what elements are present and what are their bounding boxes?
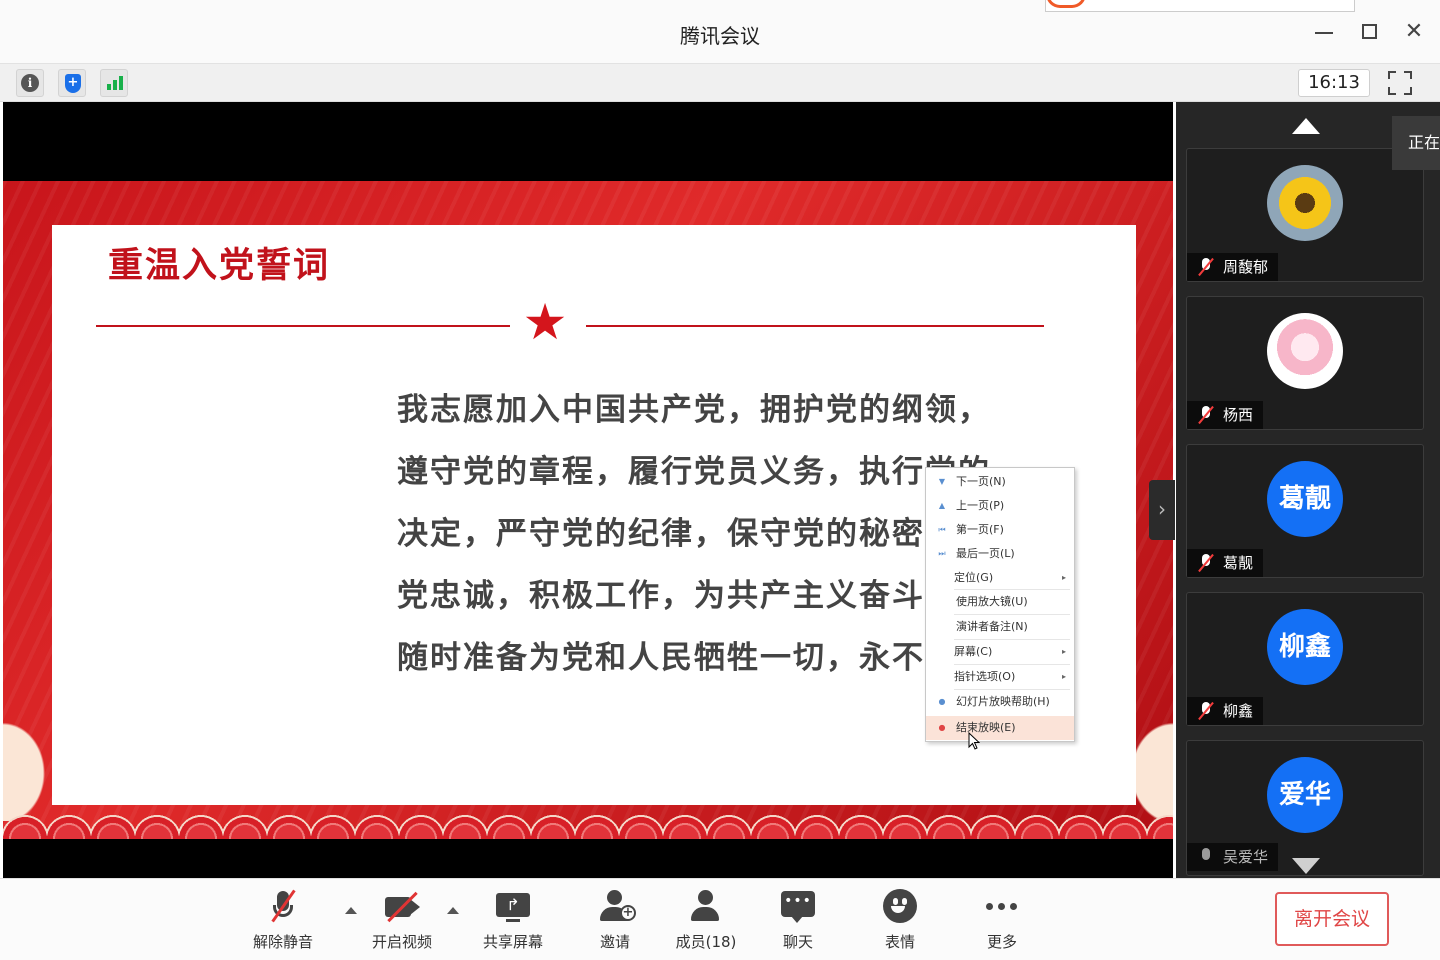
info-icon: i [21, 74, 39, 92]
end-show-icon: ● [938, 723, 946, 732]
menu-item-end-show[interactable]: ● 结束放映(E) [926, 716, 1074, 740]
participant-avatar [1267, 313, 1343, 389]
camera-off-icon [383, 887, 421, 925]
title-bar: 腾讯会议 ✕ [0, 0, 1440, 64]
maximize-icon [1362, 24, 1377, 39]
panel-toggle-button[interactable]: › [1149, 480, 1175, 540]
participant-avatar: 爱华 [1267, 757, 1343, 833]
invite-button[interactable]: + 邀请 [590, 887, 640, 957]
mic-muted-icon [1197, 257, 1215, 277]
minimize-icon [1315, 32, 1333, 34]
slide-title: 重温入党誓词 [108, 246, 331, 286]
unmute-button[interactable]: 解除静音 [248, 887, 318, 957]
participant-avatar: 葛靓 [1267, 461, 1343, 537]
chat-icon: ••• [779, 887, 817, 925]
menu-item-goto[interactable]: 定位(G) ▸ [926, 566, 1074, 590]
menu-item-help[interactable]: ● 幻灯片放映帮助(H) [926, 690, 1074, 714]
video-options-caret[interactable] [447, 907, 459, 914]
more-button[interactable]: 更多 [978, 887, 1026, 957]
mic-icon [1197, 848, 1215, 866]
window-title: 腾讯会议 [680, 24, 760, 48]
more-dots-icon [983, 887, 1021, 925]
menu-item-first[interactable]: ⏮ 第一页(F) [926, 518, 1074, 542]
participant-tile[interactable]: 杨西 [1186, 296, 1424, 430]
chat-button[interactable]: ••• 聊天 [774, 887, 822, 957]
scroll-up-icon[interactable] [1292, 118, 1320, 134]
menu-item-previous[interactable]: ▲ 上一页(P) [926, 494, 1074, 518]
mic-muted-icon [1197, 405, 1215, 425]
submenu-arrow-icon: ▸ [1061, 647, 1066, 656]
add-user-icon: + [596, 887, 636, 925]
meeting-info-bar: i + 16:13 [0, 64, 1440, 102]
mouse-cursor-icon [968, 732, 980, 750]
meeting-toolbar: 解除静音 开启视频 ↱ 共享屏幕 + 邀请 成员(18) ••• 聊天 表情 更… [0, 878, 1440, 960]
shield-icon: + [65, 74, 81, 93]
participant-name-tag: 杨西 [1187, 401, 1264, 429]
members-button[interactable]: 成员(18) [670, 887, 742, 957]
floating-toolbar-edge [1045, 0, 1355, 12]
participant-panel: 周馥郁 杨西 葛靓 葛靓 柳鑫 柳鑫 爱华 吴爱华 [1176, 102, 1440, 878]
menu-item-last[interactable]: ⏭ 最后一页(L) [926, 542, 1074, 566]
arrow-down-icon: ▼ [938, 477, 946, 486]
participant-tile[interactable]: 爱华 吴爱华 [1186, 740, 1424, 876]
user-icon [687, 887, 725, 925]
slideshow-context-menu: ▼ 下一页(N) ▲ 上一页(P) ⏮ 第一页(F) ⏭ 最后一页(L) 定位(G) ▸ … [925, 467, 1075, 742]
mic-muted-icon [1197, 701, 1215, 721]
submenu-arrow-icon: ▸ [1061, 573, 1066, 582]
share-screen-icon: ↱ [494, 887, 532, 925]
scroll-down-icon[interactable] [1292, 858, 1320, 874]
submenu-arrow-icon: ▸ [1061, 672, 1066, 681]
title-divider-left [96, 325, 510, 327]
close-button[interactable]: ✕ [1400, 18, 1428, 46]
menu-item-pointer-options[interactable]: 指针选项(O) ▸ [926, 665, 1074, 689]
skip-last-icon: ⏭ [938, 549, 946, 558]
network-status-button[interactable] [100, 69, 128, 97]
leave-meeting-button[interactable]: 离开会议 [1275, 892, 1389, 946]
help-icon: ● [938, 697, 946, 706]
mic-muted-icon [264, 887, 302, 925]
share-screen-button[interactable]: ↱ 共享屏幕 [478, 887, 548, 957]
participant-avatar: 柳鑫 [1267, 609, 1343, 685]
chevron-right-icon: › [1158, 497, 1166, 521]
skip-first-icon: ⏮ [938, 525, 946, 534]
meeting-clock: 16:13 [1298, 69, 1370, 97]
mic-muted-icon [1197, 553, 1215, 573]
participant-name-tag: 葛靓 [1187, 549, 1264, 577]
fullscreen-button[interactable] [1386, 69, 1414, 97]
close-icon: ✕ [1404, 19, 1424, 44]
maximize-button[interactable] [1356, 18, 1384, 46]
participant-name-tag: 吴爱华 [1187, 843, 1279, 871]
menu-item-presenter-notes[interactable]: 演讲者备注(N) [926, 615, 1074, 639]
star-icon: ★ [522, 293, 568, 351]
audio-options-caret[interactable] [345, 907, 357, 914]
emoji-icon [881, 887, 919, 925]
participant-name-tag: 柳鑫 [1187, 697, 1264, 725]
participant-tile[interactable]: 周馥郁 [1186, 148, 1424, 282]
menu-item-screen[interactable]: 屏幕(C) ▸ [926, 640, 1074, 664]
arrow-up-icon: ▲ [938, 501, 946, 510]
participant-tile[interactable]: 柳鑫 柳鑫 [1186, 592, 1424, 726]
oath-line: 我志愿加入中国共产党，拥护党的纲领， [397, 392, 991, 428]
participant-name-tag: 周馥郁 [1187, 253, 1279, 281]
start-video-button[interactable]: 开启视频 [366, 887, 438, 957]
minimize-button[interactable] [1310, 18, 1338, 46]
meeting-window: 腾讯会议 ✕ i + 16:13 重温入党誓词 ★ 我志愿加入中国共产党，拥护党… [0, 0, 1440, 960]
speaking-indicator-tab[interactable]: 正在 [1392, 116, 1440, 170]
participant-avatar [1267, 165, 1343, 241]
title-divider-right [586, 325, 1044, 327]
participant-tile[interactable]: 葛靓 葛靓 [1186, 444, 1424, 578]
meeting-info-button[interactable]: i [16, 69, 44, 97]
menu-item-magnifier[interactable]: 使用放大镜(U) [926, 590, 1074, 614]
emoji-button[interactable]: 表情 [876, 887, 924, 957]
security-button[interactable]: + [58, 69, 86, 97]
slide-wave-border [3, 801, 1173, 839]
menu-item-next[interactable]: ▼ 下一页(N) [926, 470, 1074, 494]
